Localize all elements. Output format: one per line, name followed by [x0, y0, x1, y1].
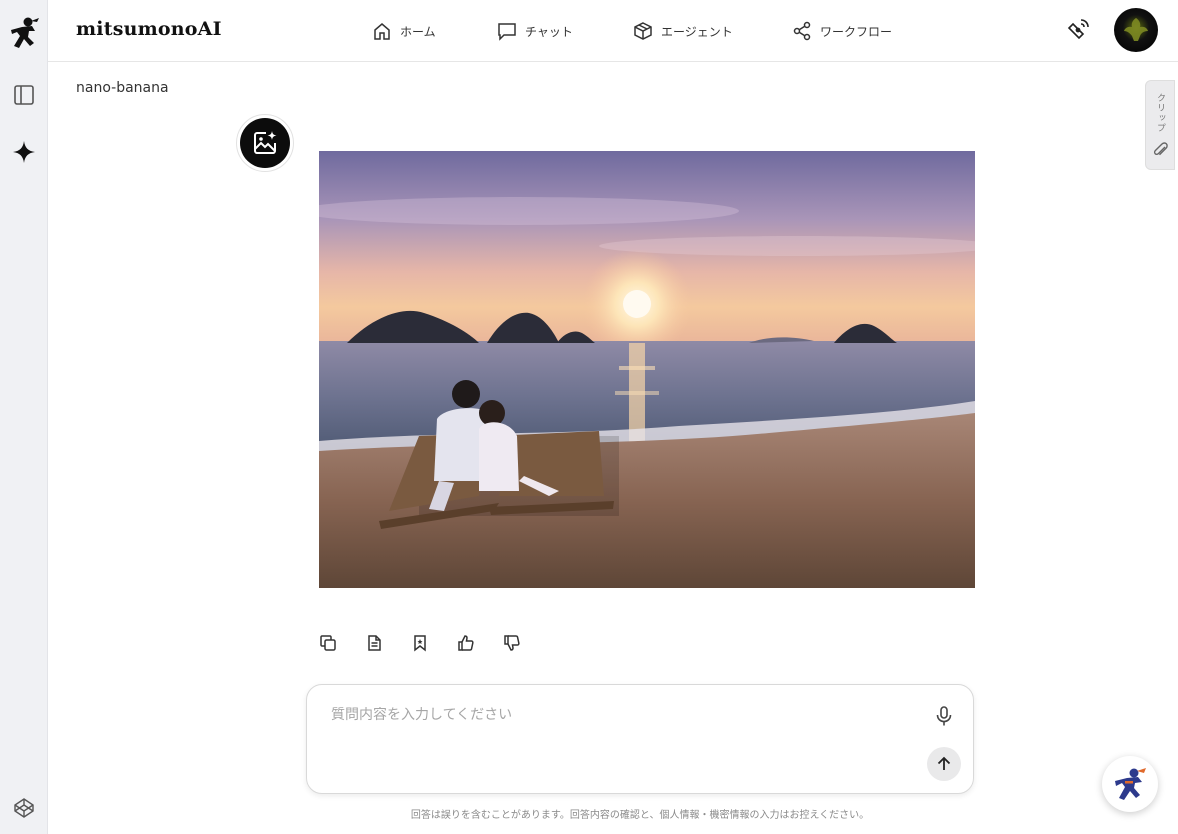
- nav-home-label: ホーム: [400, 24, 436, 39]
- brand-name[interactable]: mitsumonoAI: [76, 18, 222, 40]
- image-sparkle-icon: [254, 131, 277, 154]
- paperclip-icon: [1153, 142, 1168, 156]
- nav-home[interactable]: ホーム: [372, 18, 436, 44]
- copy-icon[interactable]: [318, 633, 338, 653]
- clip-tab-label: クリップ: [1155, 93, 1165, 133]
- ninja-logo-icon[interactable]: [8, 16, 40, 52]
- generated-image[interactable]: [319, 151, 975, 588]
- left-sidebar: [0, 0, 48, 834]
- nav-chat-label: チャット: [525, 24, 573, 39]
- clip-tab[interactable]: クリップ: [1145, 80, 1175, 170]
- assistant-mascot-button[interactable]: [1102, 756, 1158, 812]
- question-input[interactable]: [331, 707, 891, 723]
- document-icon[interactable]: [364, 633, 384, 653]
- chat-composer: [306, 684, 974, 794]
- microphone-icon[interactable]: [931, 703, 957, 729]
- nav-workflow-label: ワークフロー: [820, 24, 893, 39]
- top-header: mitsumonoAI ホーム チャット エージェント ワークフロー: [48, 0, 1178, 62]
- sidebar-toggle-icon[interactable]: [10, 81, 38, 109]
- model-name: nano-banana: [76, 80, 169, 96]
- send-button[interactable]: [927, 747, 961, 781]
- user-avatar[interactable]: [1114, 8, 1158, 52]
- chat-icon: [498, 23, 516, 41]
- thumbs-up-icon[interactable]: [456, 633, 476, 653]
- cube-icon: [634, 22, 652, 40]
- thumbs-down-icon[interactable]: [502, 633, 522, 653]
- share-icon: [793, 21, 811, 41]
- assistant-avatar: [236, 114, 294, 172]
- ninja-mascot-icon: [1115, 768, 1146, 800]
- codepen-icon[interactable]: [10, 794, 38, 822]
- satellite-icon[interactable]: [1065, 17, 1091, 43]
- nav-workflow[interactable]: ワークフロー: [792, 18, 892, 44]
- arrow-up-icon: [937, 756, 951, 770]
- sparkle-icon[interactable]: [10, 138, 38, 166]
- nav-agent-label: エージェント: [661, 24, 733, 39]
- message-actions: [318, 633, 522, 653]
- nav-agent[interactable]: エージェント: [633, 18, 733, 44]
- home-icon: [374, 23, 390, 40]
- nav-chat[interactable]: チャット: [497, 18, 573, 44]
- bookmark-icon[interactable]: [410, 633, 430, 653]
- disclaimer-text: 回答は誤りを含むことがあります。回答内容の確認と、個人情報・機密情報の入力はお控…: [410, 810, 870, 821]
